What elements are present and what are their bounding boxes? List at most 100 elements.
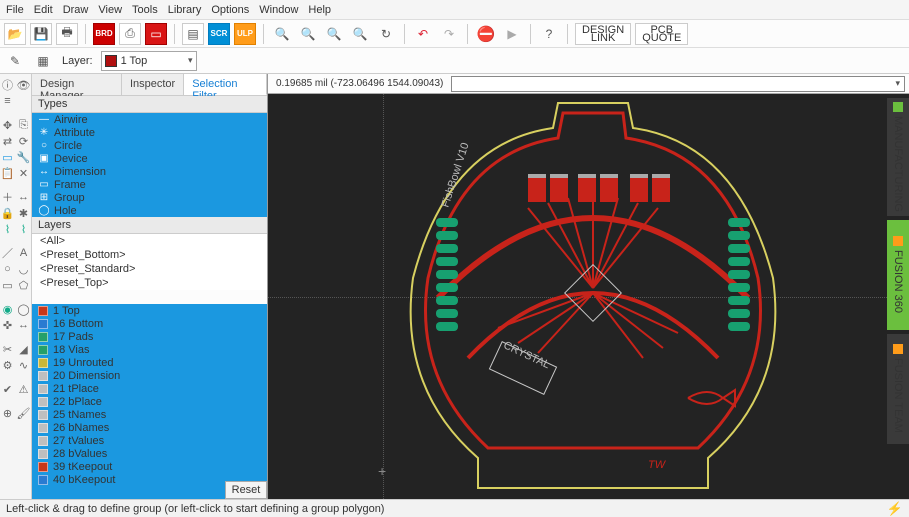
pcb-quote-button[interactable]: PCB QUOTE [635,23,688,45]
layer-list[interactable]: 1 Top16 Bottom17 Pads18 Vias19 Unrouted2… [32,304,267,499]
menu-draw[interactable]: Draw [63,4,89,16]
group-tool-icon[interactable]: ▭ [1,150,15,164]
arc-tool-icon[interactable]: ◡ [17,262,31,276]
layers-header: Layers [32,217,267,234]
route-tool-icon[interactable]: ⌇ [1,222,15,236]
errors-tool-icon[interactable]: ⚠ [17,382,31,396]
pcb-canvas[interactable]: + [268,94,909,499]
rotate-tool-icon[interactable]: ⟳ [17,134,31,148]
schematic-icon[interactable]: ▭ [145,23,167,45]
tab-fusion-team[interactable]: FUSION TEAM [887,334,909,444]
list-item[interactable]: <All> [32,234,267,248]
paste-tool-icon[interactable]: 📋 [1,166,15,180]
ripup-tool-icon[interactable]: ⌇ [17,222,31,236]
list-item[interactable]: 20 Dimension [32,369,267,382]
script-button[interactable]: SCR [208,23,230,45]
board-icon[interactable]: BRD [93,23,115,45]
list-item[interactable]: 16 Bottom [32,317,267,330]
tab-selection-filter[interactable]: Selection Filter [184,74,267,95]
show-tool-icon[interactable]: 👁 [17,78,31,92]
miter-tool-icon[interactable]: ◢ [17,342,31,356]
polygon-tool-icon[interactable]: ⬠ [17,278,31,292]
tab-inspector[interactable]: Inspector [122,74,184,95]
tab-design-manager[interactable]: Design Manager [32,74,122,95]
zoom-in-button[interactable]: 🔍 [323,23,345,45]
cancel-button[interactable]: ⛔ [475,23,497,45]
reset-button[interactable]: Reset [225,481,267,499]
layer-dropdown[interactable]: 1 Top [101,51,197,71]
list-item[interactable]: 19 Unrouted [32,356,267,369]
layers-tool-icon[interactable]: ≡ [1,94,15,108]
selection-tool-icon[interactable]: ✎ [4,50,26,72]
design-link-button[interactable]: DESIGN LINK [575,23,631,45]
cam-icon[interactable]: ⎙ [119,23,141,45]
split-tool-icon[interactable]: ✂ [1,342,15,356]
drc-tool-icon[interactable]: ✔ [1,382,15,396]
paint-tool-icon[interactable]: 🖌 [17,406,31,420]
list-item[interactable]: <Preset_Bottom> [32,248,267,262]
list-item[interactable]: <Preset_Top> [32,276,267,290]
list-item[interactable]: 17 Pads [32,330,267,343]
attribute-tool-icon[interactable]: ✜ [1,318,15,332]
text-tool-icon[interactable]: A [17,246,31,260]
open-button[interactable]: 📂 [4,23,26,45]
tab-fusion360[interactable]: FUSION 360 [887,220,909,330]
zoom-fit-button[interactable]: 🔍 [297,23,319,45]
delete-tool-icon[interactable]: ✕ [17,166,31,180]
list-item[interactable]: 1 Top [32,304,267,317]
hole-tool-icon[interactable]: ◯ [17,302,31,316]
list-item[interactable]: <Preset_Standard> [32,262,267,276]
list-item[interactable]: 25 tNames [32,408,267,421]
save-button[interactable]: 💾 [30,23,52,45]
list-item[interactable]: 27 tValues [32,434,267,447]
move-tool-icon[interactable]: ✥ [1,118,15,132]
library-icon[interactable]: ▤ [182,23,204,45]
menu-library[interactable]: Library [168,4,202,16]
copy-tool-icon[interactable]: ⎘ [17,118,31,132]
zoom-select-button[interactable]: 🔍 [349,23,371,45]
meander-tool-icon[interactable]: ∿ [17,358,31,372]
add-tool-icon[interactable]: ＋ [1,190,15,204]
list-item[interactable]: 18 Vias [32,343,267,356]
menu-help[interactable]: Help [308,4,331,16]
help-button[interactable]: ? [538,23,560,45]
command-input[interactable] [451,76,905,92]
rect-tool-icon[interactable]: ▭ [1,278,15,292]
menu-file[interactable]: File [6,4,24,16]
undo-button[interactable]: ↶ [412,23,434,45]
zoom-out-button[interactable]: 🔍 [271,23,293,45]
menu-tools[interactable]: Tools [132,4,158,16]
list-item[interactable]: 26 bNames [32,421,267,434]
replace-tool-icon[interactable]: ↔ [17,190,31,204]
via-tool-icon[interactable]: ◉ [1,302,15,316]
menu-options[interactable]: Options [211,4,249,16]
print-button[interactable]: 🖶 [56,23,78,45]
redo-button[interactable]: ↷ [438,23,460,45]
menu-window[interactable]: Window [259,4,298,16]
types-list[interactable]: —Airwire ✳Attribute ○Circle ▣Device ↔Dim… [32,113,267,217]
list-item[interactable]: 21 tPlace [32,382,267,395]
mirror-tool-icon[interactable]: ⇄ [1,134,15,148]
circle-tool-icon[interactable]: ○ [1,262,15,276]
list-item[interactable]: 22 bPlace [32,395,267,408]
mark-tool-icon[interactable]: ⊕ [1,406,15,420]
tab-manufacturing[interactable]: MANUFACTURING [887,98,909,216]
smash-tool-icon[interactable]: ✱ [17,206,31,220]
preset-list[interactable]: <All> <Preset_Bottom> <Preset_Standard> … [32,234,267,290]
menu-edit[interactable]: Edit [34,4,53,16]
list-item[interactable]: 39 tKeepout [32,460,267,473]
sync-icon[interactable]: ⚡ [887,501,903,517]
list-item[interactable]: 28 bValues [32,447,267,460]
info-tool-icon[interactable]: ⓘ [1,78,15,92]
layer-swatch-icon [38,449,48,459]
line-tool-icon[interactable]: ／ [1,246,15,260]
optimize-tool-icon[interactable]: ⚙ [1,358,15,372]
grid-icon[interactable]: ▦ [32,50,54,72]
dimension-tool-icon[interactable]: ↔ [17,318,31,332]
change-tool-icon[interactable]: 🔧 [17,150,31,164]
menu-view[interactable]: View [98,4,122,16]
ulp-button[interactable]: ULP [234,23,256,45]
go-button[interactable]: ▶ [501,23,523,45]
redraw-button[interactable]: ↻ [375,23,397,45]
lock-tool-icon[interactable]: 🔒 [1,206,15,220]
